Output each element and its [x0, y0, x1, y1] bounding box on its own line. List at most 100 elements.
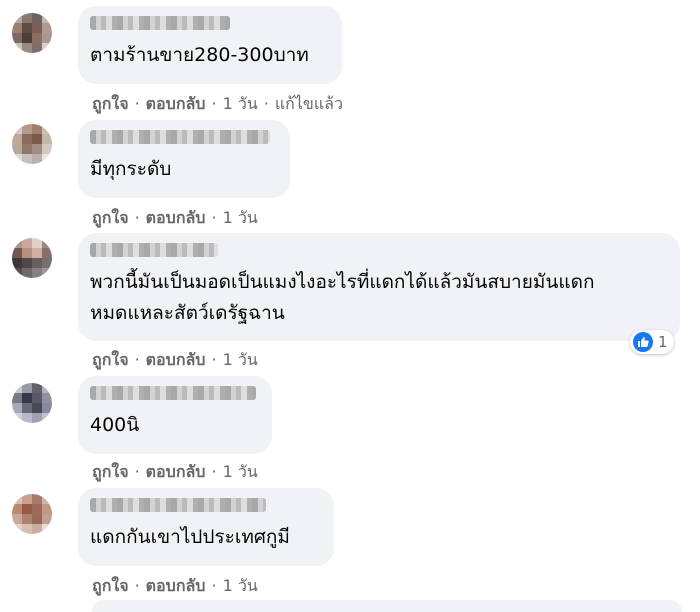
avatar-pixel — [12, 413, 22, 423]
comment-text: ตามร้านขาย280-300บาท — [90, 44, 309, 66]
avatar-pixel — [12, 13, 22, 23]
avatar-pixel — [32, 403, 42, 413]
avatar-pixel — [12, 393, 22, 403]
avatar[interactable] — [12, 124, 52, 164]
comment-time[interactable]: 1 วัน — [223, 94, 258, 113]
avatar-pixel — [32, 258, 42, 268]
avatar-pixel — [12, 514, 22, 524]
avatar-pixel — [42, 514, 52, 524]
avatar-pixel — [42, 494, 52, 504]
avatar[interactable] — [12, 383, 52, 423]
like-link[interactable]: ถูกใจ — [92, 462, 129, 481]
avatar-pixel — [22, 393, 32, 403]
avatar-pixel — [42, 504, 52, 514]
avatar-pixel — [22, 258, 32, 268]
avatar-pixel — [12, 248, 22, 258]
like-link[interactable]: ถูกใจ — [92, 576, 129, 595]
reply-link[interactable]: ตอบกลับ — [146, 576, 206, 595]
avatar-pixel — [22, 33, 32, 43]
comment-bubble: 400นิ — [78, 376, 272, 454]
author-name-blurred[interactable] — [90, 243, 218, 257]
avatar-pixel — [32, 13, 42, 23]
comment-bubble: พวกนี้มันเป็นมอดเป็นแมงไงอะไรที่แดกได้แล… — [78, 233, 680, 341]
avatar-pixel — [32, 268, 42, 278]
avatar-pixel — [12, 33, 22, 43]
comment-actions: ถูกใจ · ตอบกลับ · 1 วัน — [92, 574, 258, 599]
avatar-pixel — [12, 403, 22, 413]
comment-actions: ถูกใจ · ตอบกลับ · 1 วัน — [92, 206, 258, 231]
like-link[interactable]: ถูกใจ — [92, 350, 129, 369]
avatar-pixel — [32, 134, 42, 144]
comment-time[interactable]: 1 วัน — [223, 350, 258, 369]
separator-dot: · — [134, 350, 140, 369]
reply-link[interactable]: ตอบกลับ — [146, 462, 206, 481]
avatar-pixel — [42, 413, 52, 423]
comment-actions: ถูกใจ · ตอบกลับ · 1 วัน · แก้ไขแล้ว — [92, 92, 343, 117]
avatar-pixel — [32, 154, 42, 164]
avatar-pixel — [12, 23, 22, 33]
comment-actions: ถูกใจ · ตอบกลับ · 1 วัน — [92, 348, 258, 373]
avatar-pixel — [12, 124, 22, 134]
avatar-pixel — [22, 413, 32, 423]
avatar-pixel — [32, 23, 42, 33]
avatar-pixel — [22, 504, 32, 514]
comment-bubble: ตามร้านขาย280-300บาท — [78, 6, 342, 84]
avatar-pixel — [32, 248, 42, 258]
avatar-pixel — [22, 268, 32, 278]
comment-time[interactable]: 1 วัน — [223, 208, 258, 227]
avatar-pixel — [32, 124, 42, 134]
thumbs-up-icon — [633, 332, 653, 352]
comment-text: มีทุกระดับ — [90, 158, 172, 180]
avatar-pixel — [42, 383, 52, 393]
avatar-pixel — [12, 238, 22, 248]
avatar-pixel — [22, 494, 32, 504]
avatar[interactable] — [12, 13, 52, 53]
author-name-blurred[interactable] — [90, 498, 266, 512]
avatar-pixel — [42, 268, 52, 278]
avatar-pixel — [22, 134, 32, 144]
reply-link[interactable]: ตอบกลับ — [146, 350, 206, 369]
avatar-pixel — [12, 383, 22, 393]
author-name-blurred[interactable] — [90, 386, 256, 400]
avatar-pixel — [12, 268, 22, 278]
avatar-pixel — [22, 514, 32, 524]
reply-link[interactable]: ตอบกลับ — [146, 208, 206, 227]
reaction-summary[interactable]: 1 — [630, 330, 674, 354]
avatar-pixel — [12, 43, 22, 53]
avatar-pixel — [12, 504, 22, 514]
avatar[interactable] — [12, 494, 52, 534]
avatar-pixel — [42, 238, 52, 248]
avatar-pixel — [42, 124, 52, 134]
like-link[interactable]: ถูกใจ — [92, 94, 129, 113]
avatar-pixel — [42, 154, 52, 164]
avatar-pixel — [32, 43, 42, 53]
comment-time[interactable]: 1 วัน — [223, 576, 258, 595]
comment-time[interactable]: 1 วัน — [223, 462, 258, 481]
avatar-pixel — [22, 383, 32, 393]
separator-dot: · — [134, 208, 140, 227]
avatar-pixel — [42, 13, 52, 23]
avatar-pixel — [22, 13, 32, 23]
avatar-pixel — [42, 403, 52, 413]
comment-text: 400นิ — [90, 414, 140, 436]
avatar-pixel — [42, 248, 52, 258]
reply-link[interactable]: ตอบกลับ — [146, 94, 206, 113]
separator-dot: · — [211, 208, 217, 227]
separator-dot: · — [211, 350, 217, 369]
avatar-pixel — [22, 248, 32, 258]
avatar-pixel — [12, 524, 22, 534]
author-name-blurred[interactable] — [90, 16, 230, 30]
avatar-pixel — [22, 23, 32, 33]
edited-label[interactable]: แก้ไขแล้ว — [275, 94, 343, 113]
avatar-pixel — [22, 154, 32, 164]
avatar-pixel — [32, 144, 42, 154]
like-link[interactable]: ถูกใจ — [92, 208, 129, 227]
comment-actions: ถูกใจ · ตอบกลับ · 1 วัน — [92, 460, 258, 485]
author-name-blurred[interactable] — [90, 130, 270, 144]
avatar-pixel — [42, 43, 52, 53]
separator-dot: · — [134, 576, 140, 595]
avatar[interactable] — [12, 238, 52, 278]
avatar-pixel — [42, 23, 52, 33]
avatar-pixel — [42, 33, 52, 43]
separator-dot: · — [211, 94, 217, 113]
